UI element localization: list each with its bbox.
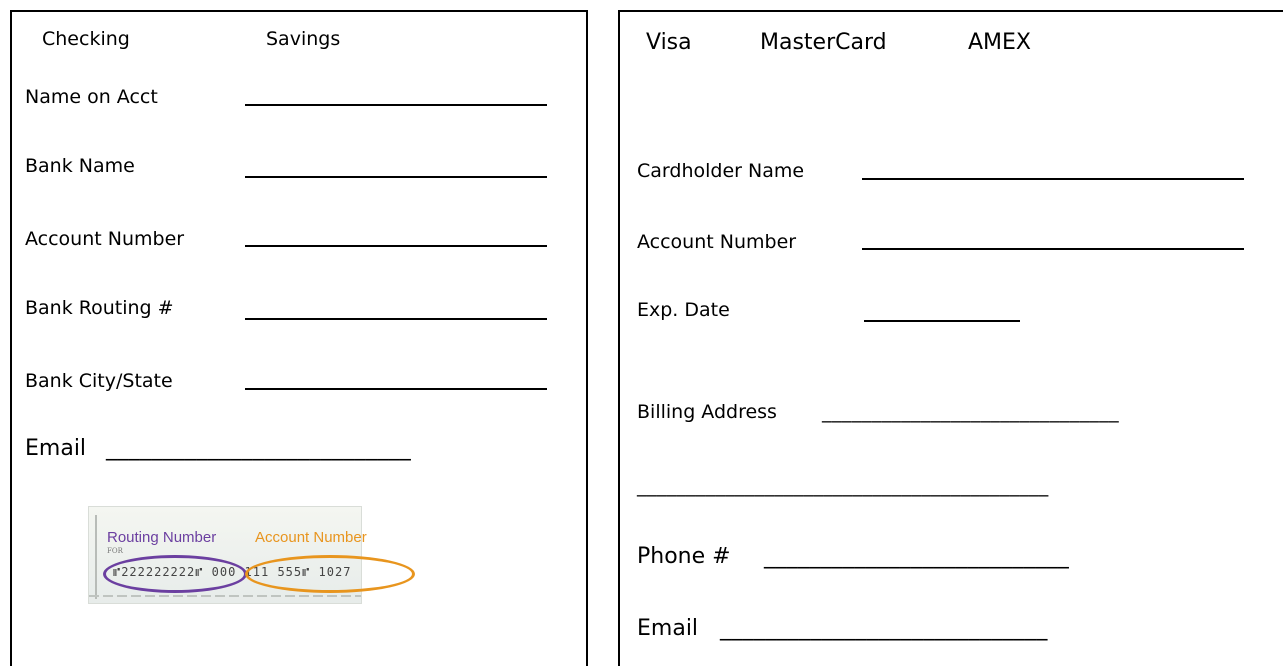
section-divider xyxy=(618,10,620,666)
check-edge xyxy=(95,515,97,599)
card-email-label: Email xyxy=(637,616,699,641)
exp-date-label: Exp. Date xyxy=(637,299,730,321)
cardholder-name-field[interactable] xyxy=(862,178,1244,180)
check-diagram: Routing Number Account Number FOR ⑈22222… xyxy=(88,506,415,604)
email-label: Email xyxy=(25,436,87,461)
check-edge xyxy=(89,595,361,597)
bank-city-state-field[interactable] xyxy=(245,388,547,390)
account-number-field[interactable] xyxy=(245,245,547,247)
checking-option[interactable]: Checking xyxy=(42,28,130,50)
card-account-number-field[interactable] xyxy=(862,248,1244,250)
billing-address-field-line2[interactable]: ________________________________________… xyxy=(637,475,1049,497)
amex-option[interactable]: AMEX xyxy=(968,30,1031,55)
mastercard-option[interactable]: MasterCard xyxy=(760,30,887,55)
bank-name-field[interactable] xyxy=(245,176,547,178)
phone-field[interactable]: ___________________________ xyxy=(764,544,1069,569)
phone-label: Phone # xyxy=(637,544,731,569)
visa-option[interactable]: Visa xyxy=(646,30,692,55)
account-number-oval xyxy=(245,555,415,593)
savings-option[interactable]: Savings xyxy=(266,28,340,50)
billing-address-field[interactable]: ______________________________ xyxy=(822,401,1119,423)
cardholder-name-label: Cardholder Name xyxy=(637,160,805,182)
bank-routing-label: Bank Routing # xyxy=(25,297,174,319)
check-for-text: FOR xyxy=(107,547,123,555)
name-on-acct-field[interactable] xyxy=(245,104,547,106)
email-field[interactable]: ___________________________ xyxy=(106,436,411,461)
bank-routing-field[interactable] xyxy=(245,318,547,320)
exp-date-field[interactable] xyxy=(864,320,1020,322)
bank-name-label: Bank Name xyxy=(25,155,135,177)
card-email-field[interactable]: _____________________________ xyxy=(720,616,1048,641)
name-on-acct-label: Name on Acct xyxy=(25,86,158,108)
bank-city-state-label: Bank City/State xyxy=(25,370,173,392)
card-account-number-label: Account Number xyxy=(637,231,797,253)
billing-address-label: Billing Address xyxy=(637,401,777,423)
account-number-label: Account Number xyxy=(25,228,185,250)
check-account-number-label: Account Number xyxy=(255,529,367,546)
routing-number-label: Routing Number xyxy=(107,529,217,546)
routing-number-oval xyxy=(103,555,247,593)
